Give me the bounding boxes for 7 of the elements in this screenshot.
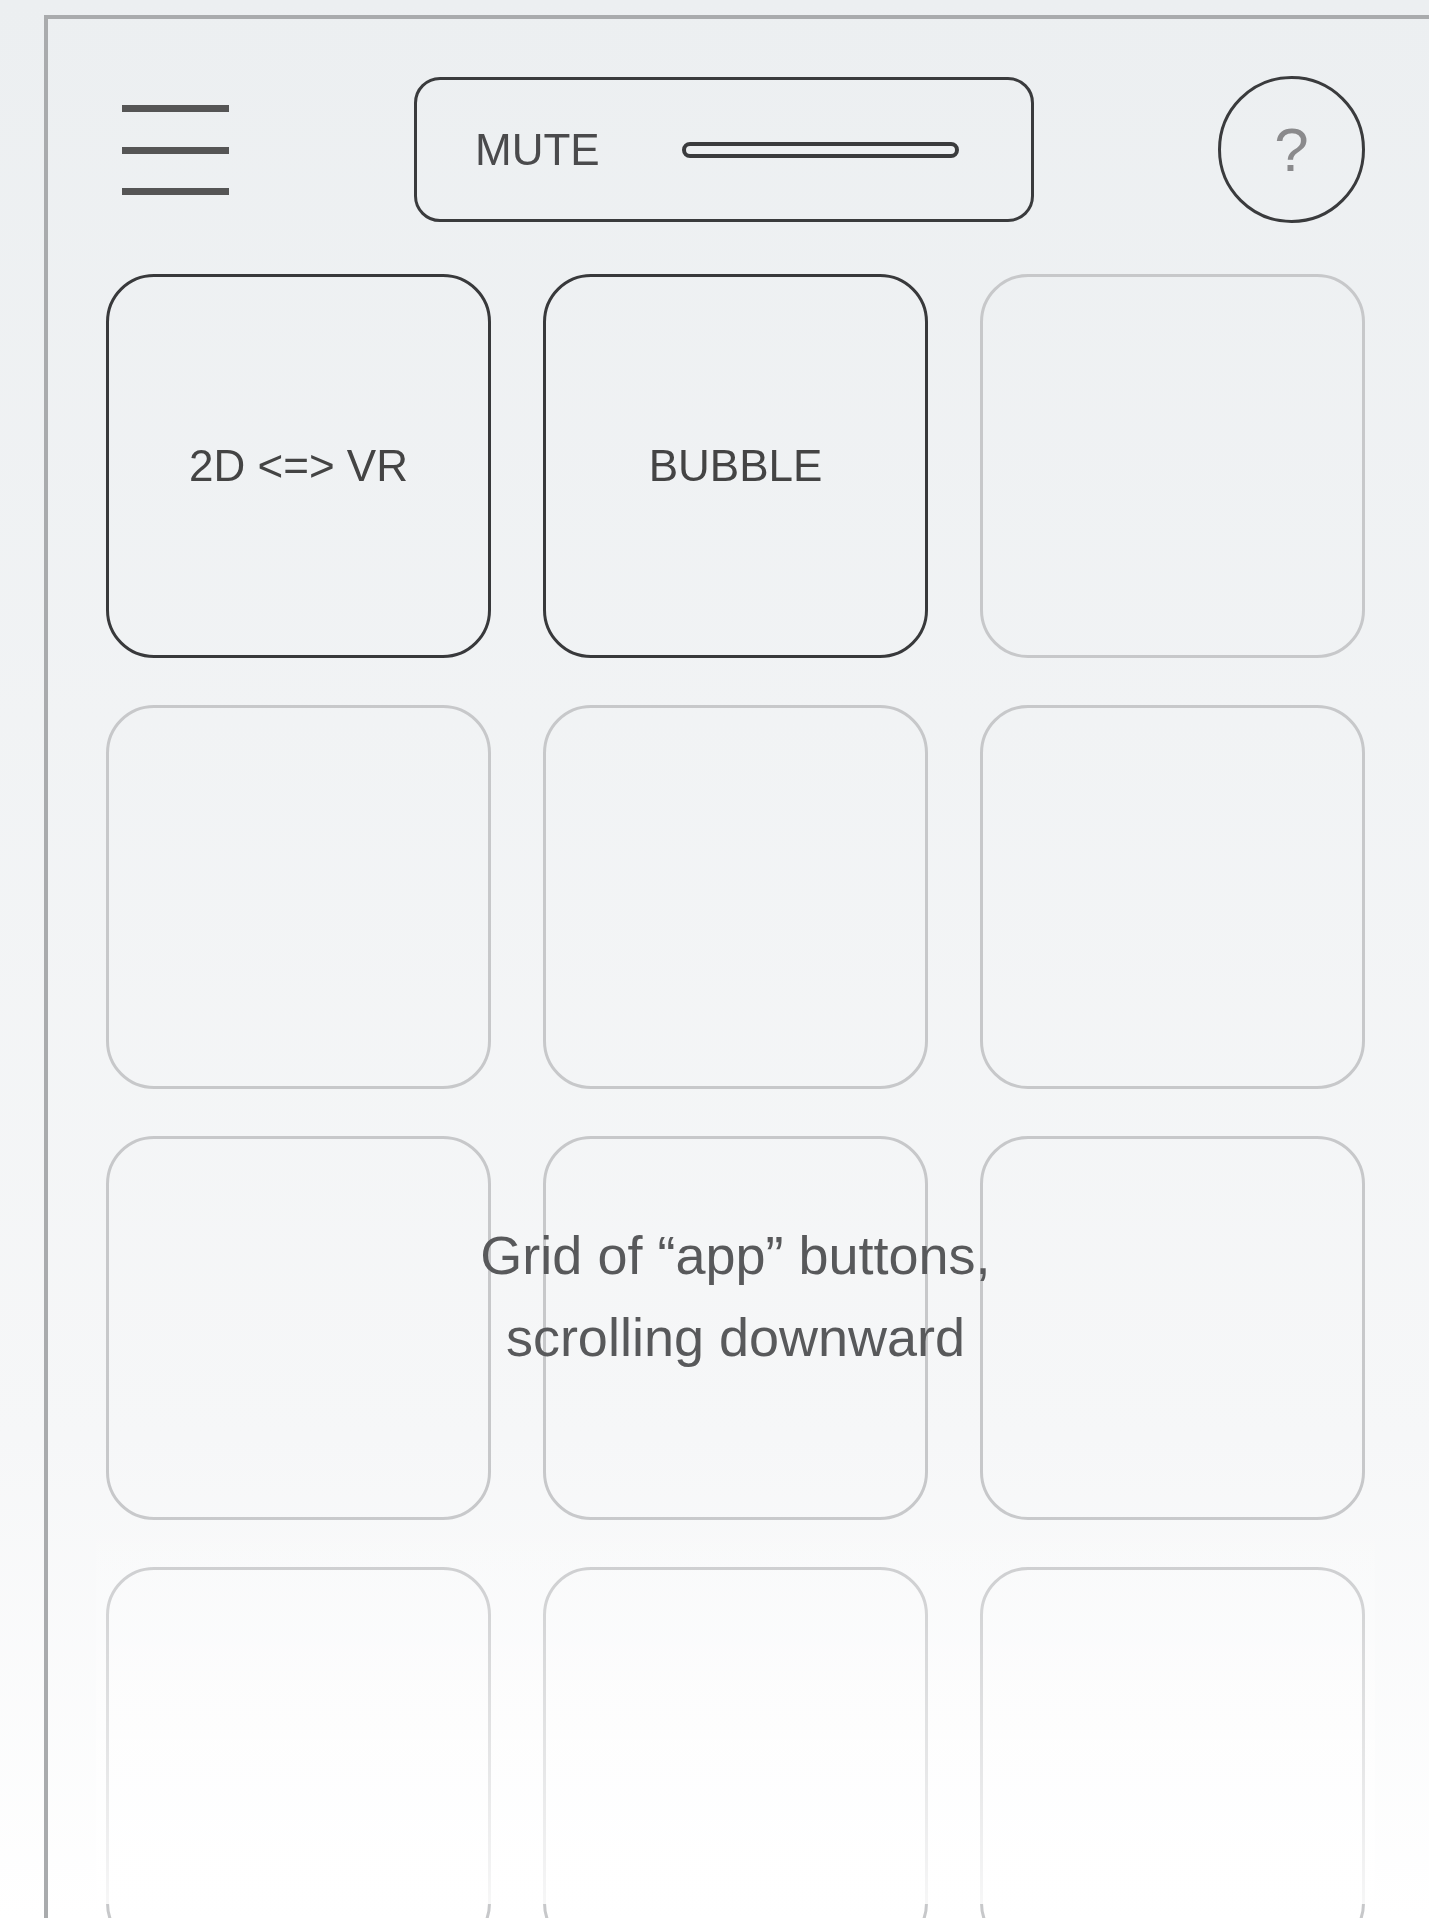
app-button[interactable]: 2D <=> VR	[106, 274, 491, 658]
mute-label: MUTE	[475, 124, 600, 175]
menu-icon[interactable]	[122, 104, 229, 195]
app-button[interactable]: BUBBLE	[543, 274, 928, 658]
caption-text: Grid of “app” buttons, scrolling downward	[479, 1224, 992, 1369]
slider-track[interactable]	[681, 141, 959, 158]
mute-control[interactable]: MUTE	[414, 77, 1034, 222]
